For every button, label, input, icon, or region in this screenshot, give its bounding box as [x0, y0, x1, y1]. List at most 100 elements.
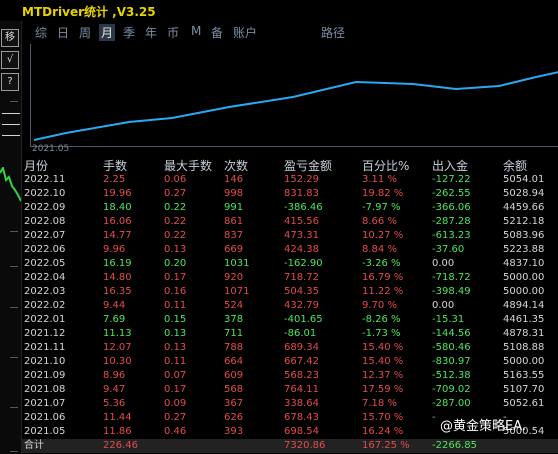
- cell-flow: -709.02: [432, 384, 471, 395]
- cell-pct: -7.97 %: [362, 202, 401, 213]
- table-row[interactable]: 2022.09 18.40 0.22 991 -386.46 -7.97 % -366.06…: [22, 201, 558, 215]
- header-pnl: 盈亏金额: [284, 159, 333, 173]
- total-label: 合计: [24, 440, 44, 451]
- table-row[interactable]: 2021.09 8.96 0.07 609 568.23 12.37 % -512.38 51…: [22, 369, 558, 383]
- cell-month: 2022.06: [24, 244, 66, 255]
- tab-currency[interactable]: 币: [167, 24, 179, 41]
- table-row[interactable]: 2021.07 5.36 0.09 367 338.64 7.18 % -287.00 505…: [22, 397, 558, 411]
- cell-pnl: 504.35: [284, 286, 319, 297]
- cell-flow: 0.00: [432, 300, 455, 311]
- title-bar: MTDriver统计 ,V3.25: [0, 0, 558, 21]
- cell-balance: 5000.00: [503, 356, 545, 367]
- tab-quarter[interactable]: 季: [123, 24, 135, 41]
- cell-month: 2022.05: [24, 258, 66, 269]
- cell-pnl: 338.64: [284, 398, 319, 409]
- cell-flow: -580.46: [432, 342, 471, 353]
- cell-pct: 16.79 %: [362, 272, 404, 283]
- table-row[interactable]: 2021.11 12.07 0.13 788 689.34 15.40 % -580.46 5…: [22, 341, 558, 355]
- cell-lots: 10.30: [103, 356, 132, 367]
- cell-pnl: 698.54: [284, 426, 319, 437]
- balance-line: [33, 71, 558, 141]
- left-toolbar: 移 √ ?: [0, 21, 22, 454]
- cell-balance: 5054.01: [503, 174, 545, 185]
- app-title: MTDriver统计 ,V3.25: [22, 5, 156, 19]
- cell-count: 568: [224, 384, 244, 395]
- cell-flow: -366.06: [432, 202, 471, 213]
- cell-month: 2021.08: [24, 384, 66, 395]
- rail-mark: [10, 101, 18, 102]
- table-row[interactable]: 2022.06 9.96 0.13 669 424.38 8.84 % -37.60 5223…: [22, 243, 558, 257]
- tab-week[interactable]: 周: [79, 24, 91, 41]
- cell-lots: 5.36: [103, 398, 126, 409]
- table-row[interactable]: 2022.02 9.44 0.11 524 432.79 9.70 % 0.00 4894.1…: [22, 299, 558, 313]
- cell-max-lots: 0.13: [164, 244, 187, 255]
- table-row[interactable]: 2022.10 19.96 0.27 998 831.83 19.82 % -262.55 5…: [22, 187, 558, 201]
- table-row[interactable]: 2022.08 16.06 0.22 861 415.56 8.66 % -287.28 52…: [22, 215, 558, 229]
- table-row[interactable]: 2022.01 7.69 0.15 378 -401.65 -8.26 % -15.31 44…: [22, 313, 558, 327]
- rail-mark: [10, 357, 18, 358]
- cell-lots: 11.86: [103, 426, 132, 437]
- cell-balance: 4461.35: [503, 314, 545, 325]
- tab-account[interactable]: 账户: [233, 24, 257, 41]
- cell-month: 2022.08: [24, 216, 66, 227]
- cell-flow: -127.22: [432, 174, 471, 185]
- cell-month: 2022.03: [24, 286, 66, 297]
- table-row[interactable]: 2022.03 16.35 0.16 1071 504.35 11.22 % -398.49…: [22, 285, 558, 299]
- cell-month: 2021.05: [24, 426, 66, 437]
- cell-month: 2022.10: [24, 188, 66, 199]
- tab-path[interactable]: 路径: [321, 24, 345, 41]
- cell-count: 788: [224, 342, 244, 353]
- cell-pnl: 667.42: [284, 356, 319, 367]
- tab-year[interactable]: 年: [145, 24, 157, 41]
- table-row[interactable]: 2022.11 2.25 0.06 146 152.29 3.11 % -127.22 505…: [22, 173, 558, 187]
- tab-note[interactable]: 备: [211, 24, 223, 41]
- move-button[interactable]: 移: [1, 29, 19, 47]
- table-row[interactable]: 2021.08 9.47 0.17 568 764.11 17.59 % -709.02 51…: [22, 383, 558, 397]
- cell-flow: -287.00: [432, 398, 471, 409]
- header-lots: 手数: [103, 159, 128, 173]
- table-row[interactable]: 2021.10 10.30 0.11 664 667.42 15.40 % -830.97 5…: [22, 355, 558, 369]
- cell-pnl: -386.46: [284, 202, 323, 213]
- tab-m[interactable]: M: [191, 24, 201, 38]
- rail-dial: [2, 113, 20, 114]
- table-row[interactable]: 2022.07 14.77 0.22 837 473.31 10.27 % -613.23 5…: [22, 229, 558, 243]
- tab-month[interactable]: 月: [99, 24, 116, 41]
- cell-count: 991: [224, 202, 244, 213]
- cell-flow: -: [432, 412, 436, 423]
- total-flow: -2266.85: [432, 440, 477, 451]
- check-button[interactable]: √: [1, 51, 19, 69]
- cell-balance: 5163.55: [503, 370, 545, 381]
- cell-lots: 16.19: [103, 258, 132, 269]
- rail-dial: [2, 135, 20, 136]
- cell-pnl: 568.23: [284, 370, 319, 381]
- cell-flow: -262.55: [432, 188, 471, 199]
- cell-pct: -3.26 %: [362, 258, 401, 269]
- cell-max-lots: 0.06: [164, 174, 187, 185]
- cell-lots: 8.96: [103, 370, 126, 381]
- table-row[interactable]: 2022.05 16.19 0.20 1031 -162.90 -3.26 % 0.00 48…: [22, 257, 558, 271]
- cell-max-lots: 0.27: [164, 412, 187, 423]
- cell-balance: 5212.18: [503, 216, 545, 227]
- tab-day[interactable]: 日: [57, 24, 69, 41]
- cell-balance: 5223.88: [503, 244, 545, 255]
- cell-flow: -718.72: [432, 272, 471, 283]
- header-month: 月份: [24, 159, 49, 173]
- table-row[interactable]: 2021.12 11.13 0.13 711 -86.01 -1.73 % -144.56 4…: [22, 327, 558, 341]
- cell-count: 861: [224, 216, 244, 227]
- total-pnl: 7320.86: [284, 440, 326, 451]
- cell-max-lots: 0.11: [164, 300, 187, 311]
- cell-balance: 5052.61: [503, 398, 545, 409]
- table-row[interactable]: 2022.04 14.80 0.17 920 718.72 16.79 % -718.72 5…: [22, 271, 558, 285]
- tab-summary[interactable]: 综: [35, 24, 47, 41]
- cell-max-lots: 0.16: [164, 286, 187, 297]
- help-button[interactable]: ?: [1, 73, 19, 91]
- cell-pct: 8.66 %: [362, 216, 397, 227]
- header-max-lots: 最大手数: [164, 159, 213, 173]
- cell-count: 367: [224, 398, 244, 409]
- cell-pct: 3.11 %: [362, 174, 397, 185]
- cell-balance: 5107.70: [503, 384, 545, 395]
- cell-lots: 18.40: [103, 202, 132, 213]
- cell-pnl: -86.01: [284, 328, 317, 339]
- cell-max-lots: 0.46: [164, 426, 187, 437]
- cell-max-lots: 0.22: [164, 202, 187, 213]
